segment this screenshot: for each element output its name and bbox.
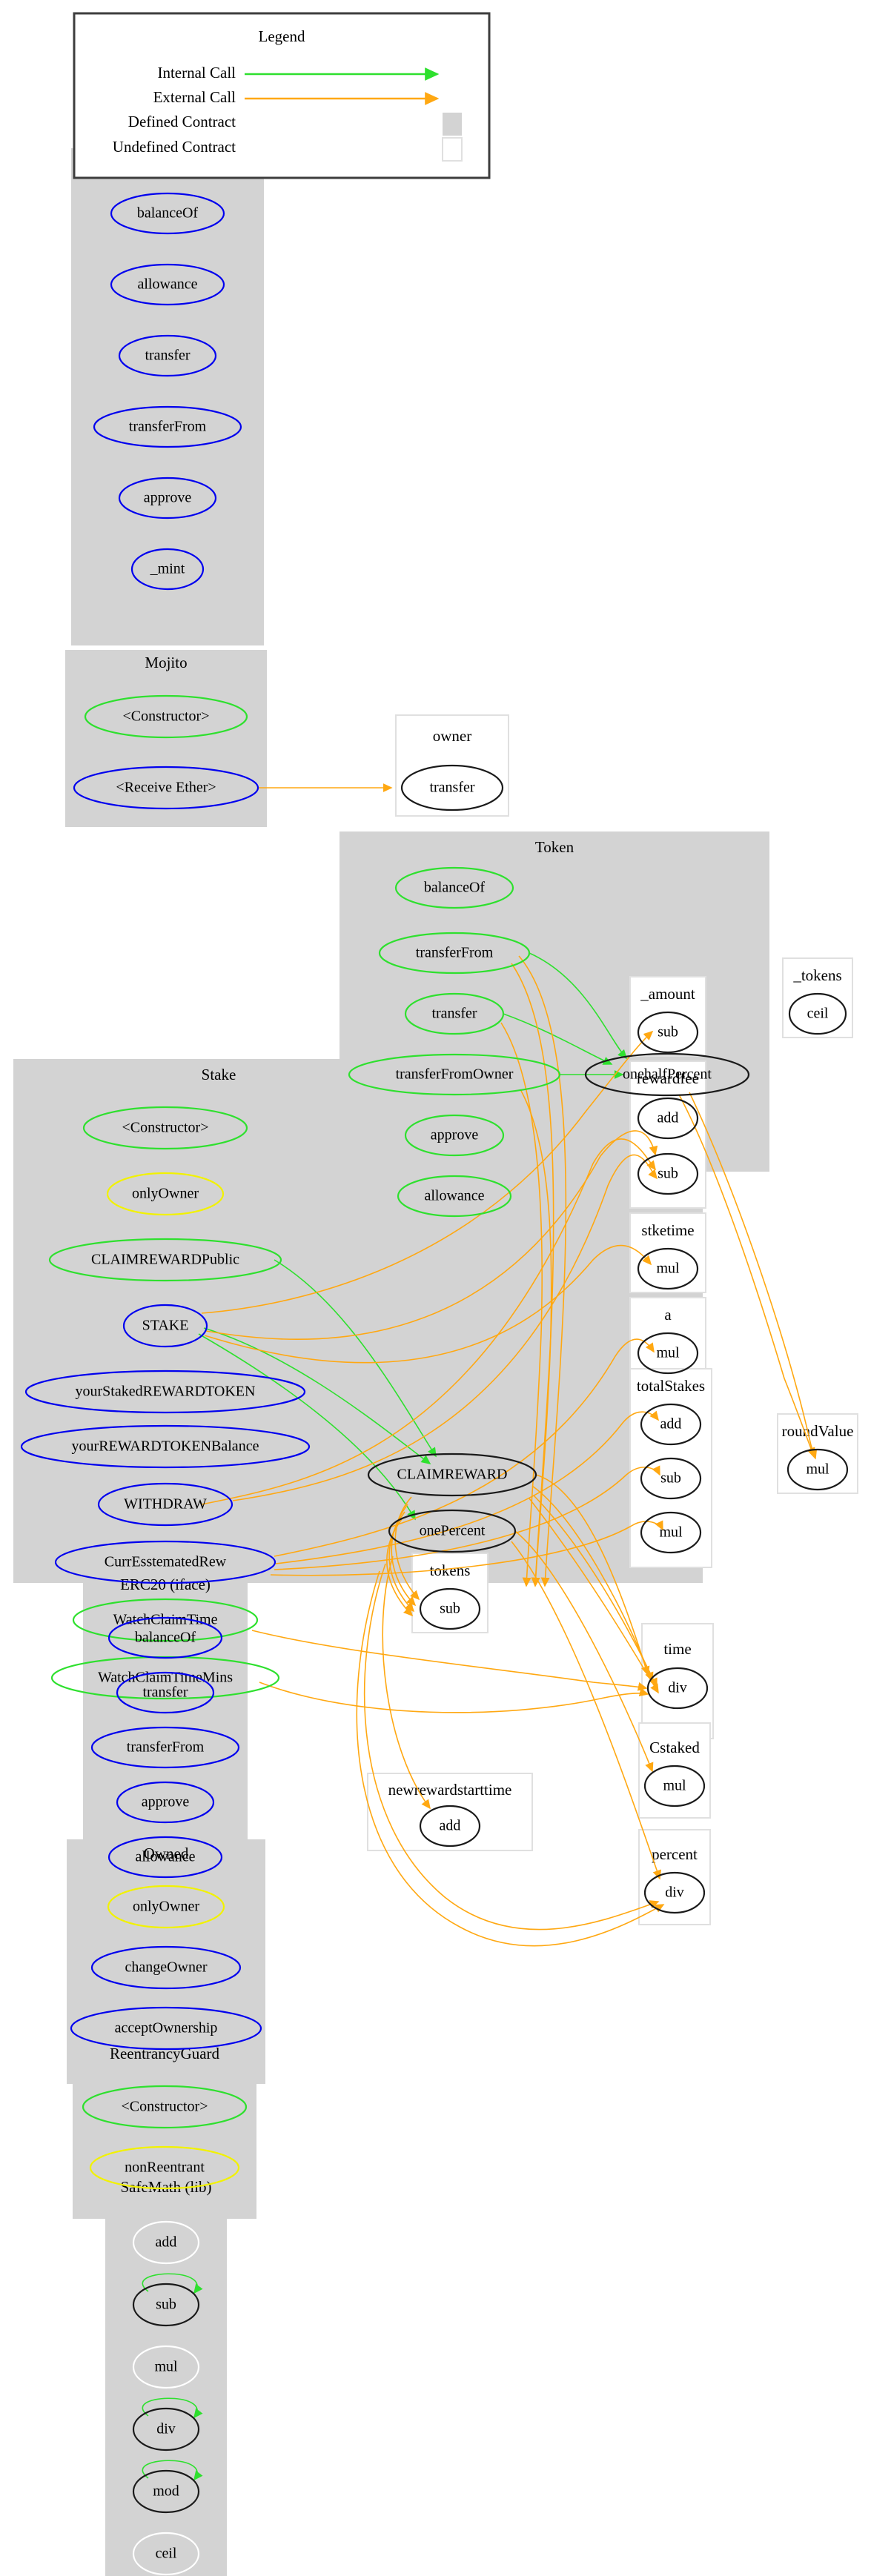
node-label-owned-acceptownership: acceptOwnership: [115, 2020, 218, 2036]
cluster-label-roundvalue: roundValue: [782, 1422, 854, 1440]
edge-external-26: [251, 1630, 648, 1691]
cluster-label-tokens: _tokens: [792, 966, 841, 984]
node-label-safemath-lib-mul: mul: [154, 2359, 178, 2375]
cluster-label-stketime: stketime: [641, 1221, 694, 1239]
node-label-newrewardstarttime-add: add: [440, 1818, 461, 1834]
cluster-label-token: Token: [535, 838, 574, 856]
legend-title: Legend: [259, 27, 305, 45]
node-label-token-allowance: allowance: [424, 1188, 484, 1204]
legend-label-internal-call: Internal Call: [157, 64, 236, 82]
node-label-erc20-iface-balanceof: balanceOf: [135, 1630, 196, 1646]
node-label-rewardtoken-iface-balanceof: balanceOf: [137, 205, 199, 222]
node-label-stake-constructor: <Constructor>: [122, 1120, 209, 1136]
node-label-stake-stake: STAKE: [142, 1318, 189, 1334]
node-label-tokens-sub: sub: [440, 1601, 460, 1617]
cluster-label-newrewardstarttime: newrewardstarttime: [388, 1781, 512, 1799]
cluster-label-stake: Stake: [202, 1066, 236, 1083]
clusters-layer: REWARDTOKEN (iface)MojitoownerTokenStake…: [13, 148, 858, 2576]
node-label-token-transfer: transfer: [431, 1006, 477, 1022]
node-label-rewardtoken-iface-transferfrom: transferFrom: [129, 419, 207, 435]
legend-layer: Legend Internal Call External Call Defined …: [73, 12, 491, 179]
cluster-label-a: a: [664, 1306, 672, 1324]
edge-external-35: [363, 1563, 660, 1931]
node-label-percent-div: div: [665, 1885, 684, 1901]
cluster-label-mojito: Mojito: [145, 654, 187, 671]
node-label-owned-changeowner: changeOwner: [125, 1959, 207, 1976]
node-label-token-transferfrom: transferFrom: [416, 945, 494, 961]
node-label-safemath-lib-div: div: [156, 2421, 176, 2437]
edge-external-27: [259, 1682, 649, 1713]
node-label-stake-watchclaimtime: WatchClaimTime: [113, 1612, 218, 1628]
edge-external-29: [511, 1541, 661, 1880]
node-label-erc20-iface-approve: approve: [142, 1794, 190, 1810]
legend-label-defined-contract: Defined Contract: [128, 113, 236, 130]
node-label-safemath-lib-sub: sub: [156, 2297, 176, 2313]
cluster-label-percent: percent: [652, 1845, 698, 1863]
node-label-stake-onlyowner: onlyOwner: [132, 1186, 199, 1202]
legend-label-undefined-contract: Undefined Contract: [113, 138, 236, 156]
node-label-rewardfee-add: add: [658, 1110, 679, 1126]
node-label-rewardtoken-iface-mint: _mint: [150, 561, 185, 577]
node-label-stake-onepercent: onePercent: [420, 1523, 486, 1539]
node-label-totalstakes-mul: mul: [659, 1524, 683, 1541]
node-label-stake-yourrewardtokenbalance: yourREWARDTOKENBalance: [72, 1438, 259, 1455]
node-label-rewardtoken-iface-approve: approve: [144, 490, 192, 506]
cluster-label-time: time: [663, 1640, 691, 1658]
node-label-tokens-ceil: ceil: [807, 1006, 829, 1022]
node-label-time-div: div: [668, 1680, 687, 1696]
node-label-rewardtoken-iface-allowance: allowance: [137, 276, 197, 293]
node-label-owned-onlyowner: onlyOwner: [133, 1899, 199, 1915]
node-label-owner-transfer: transfer: [429, 780, 474, 796]
node-label-stake-claimrewardpublic: CLAIMREWARDPublic: [91, 1252, 239, 1268]
node-label-a-mul: mul: [656, 1345, 680, 1361]
cluster-label-erc20-iface: ERC20 (iface): [120, 1576, 211, 1593]
node-label-roundvalue-mul: mul: [806, 1461, 829, 1478]
cluster-label-owner: owner: [433, 727, 471, 745]
node-label-stake-yourstakedrewardtoken: yourStakedREWARDTOKEN: [76, 1384, 256, 1400]
node-label-stake-withdraw: WITHDRAW: [124, 1496, 207, 1513]
callgraph-canvas: REWARDTOKEN (iface)MojitoownerTokenStake…: [0, 0, 871, 2576]
node-label-stake-claimreward: CLAIMREWARD: [397, 1467, 508, 1483]
node-label-token-balanceof: balanceOf: [424, 880, 486, 896]
white-box-icon: [442, 137, 463, 162]
node-label-mojito-constructor: <Constructor>: [123, 708, 210, 725]
node-label-token-onehalfpercent: onehalfPercent: [623, 1066, 712, 1083]
node-label-erc20-iface-transfer: transfer: [142, 1684, 188, 1701]
node-label-totalstakes-add: add: [660, 1416, 682, 1433]
node-label-erc20-iface-transferfrom: transferFrom: [127, 1739, 205, 1756]
node-label-amount-sub: sub: [658, 1024, 678, 1040]
node-label-cstaked-mul: mul: [663, 1778, 686, 1794]
node-label-erc20-iface-allowance: allowance: [135, 1849, 195, 1865]
node-label-token-approve: approve: [431, 1127, 479, 1143]
node-label-mojito-receive-ether: <Receive Ether>: [116, 780, 216, 796]
node-label-reentrancyguard-nonreentrant: nonReentrant: [125, 2160, 205, 2176]
node-label-reentrancyguard-constructor: <Constructor>: [122, 2099, 208, 2115]
cluster-label-cstaked: Cstaked: [649, 1739, 700, 1756]
cluster-box-percent: [638, 1829, 711, 1925]
node-label-rewardfee-sub: sub: [658, 1166, 678, 1182]
cluster-label-totalstakes: totalStakes: [637, 1377, 705, 1395]
contract-callgraph-svg: REWARDTOKEN (iface)MojitoownerTokenStake…: [13, 12, 858, 2576]
cluster-box-cstaked: [638, 1722, 711, 1819]
node-label-token-transferfromowner: transferFromOwner: [396, 1066, 514, 1083]
cluster-label-amount: _amount: [640, 985, 695, 1003]
node-label-stketime-mul: mul: [656, 1261, 680, 1277]
node-label-stake-curresstematedrew: CurrEsstematedRew: [105, 1554, 227, 1570]
gray-box-icon: [443, 113, 462, 136]
cluster-box-stake: [13, 1059, 703, 1583]
node-label-safemath-lib-add: add: [156, 2234, 177, 2251]
node-label-rewardtoken-iface-transfer: transfer: [145, 348, 190, 364]
node-label-totalstakes-sub: sub: [660, 1470, 681, 1487]
node-label-safemath-lib-mod: mod: [153, 2483, 179, 2500]
legend-label-external-call: External Call: [153, 88, 236, 106]
node-label-safemath-lib-ceil: ceil: [156, 2546, 177, 2562]
node-label-stake-watchclaimtimemins: WatchClaimTimeMins: [98, 1670, 233, 1686]
